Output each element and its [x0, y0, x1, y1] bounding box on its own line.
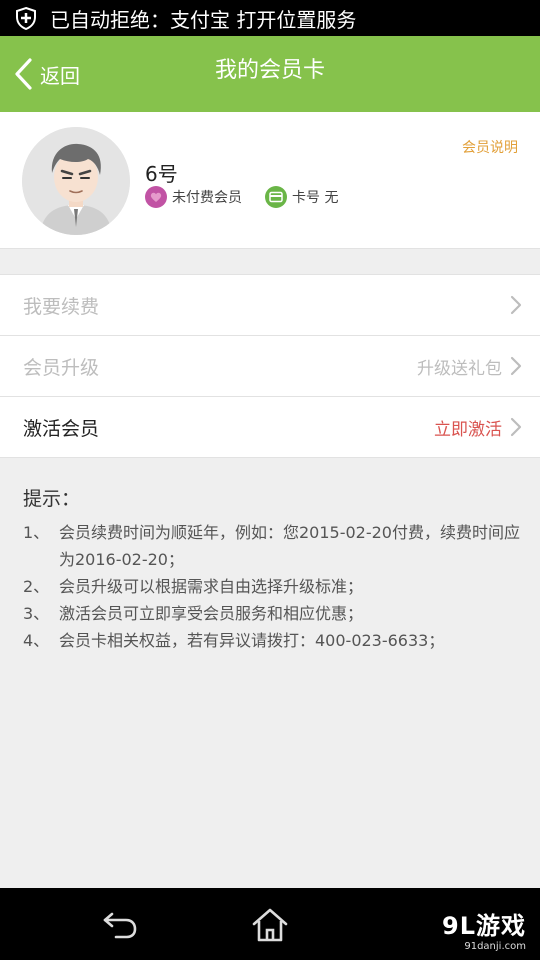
- member-status-label: 未付费会员: [172, 190, 242, 206]
- renew-membership-item[interactable]: 我要续费: [0, 275, 540, 336]
- system-back-button[interactable]: [100, 906, 140, 946]
- heart-icon: [145, 186, 167, 208]
- tip-item: 1、 会员续费时间为顺延年，例如：您2015-02-20付费，续费时间应为201…: [23, 523, 520, 569]
- tip-item: 2、 会员升级可以根据需求自由选择升级标准；: [23, 577, 364, 596]
- member-status-badge: 未付费会员: [145, 186, 242, 208]
- chevron-right-icon: [510, 356, 522, 376]
- chevron-right-icon: [510, 417, 522, 437]
- card-number-label: 卡号 无: [292, 190, 339, 206]
- upgrade-membership-item[interactable]: 会员升级 升级送礼包: [0, 336, 540, 397]
- activate-label: 激活会员: [23, 417, 100, 440]
- membership-menu: 我要续费 会员升级 升级送礼包 激活会员 立即激活: [0, 274, 540, 458]
- status-notification-text: 已自动拒绝：支付宝 打开位置服务: [50, 7, 357, 32]
- card-number-badge: 卡号 无: [265, 186, 338, 208]
- chevron-right-icon: [510, 295, 522, 315]
- tips-heading: 提示：: [23, 488, 81, 510]
- profile-card: 6号 未付费会员 卡号 无 会员说明: [0, 112, 540, 249]
- member-name: 6号: [145, 162, 178, 186]
- upgrade-gift-text: 升级送礼包: [417, 358, 502, 379]
- tip-item: 3、 激活会员可立即享受会员服务和相应优惠；: [23, 604, 364, 623]
- renew-label: 我要续费: [23, 295, 100, 318]
- activate-now-text: 立即激活: [434, 419, 502, 440]
- nav-bar: 返回 我的会员卡: [0, 36, 540, 112]
- system-home-button[interactable]: [250, 906, 290, 948]
- shield-icon: [16, 6, 36, 30]
- watermark-site: 91danji.com: [464, 941, 526, 952]
- member-description-link[interactable]: 会员说明: [462, 137, 518, 157]
- system-nav-bar: 9L游戏 91danji.com: [0, 888, 540, 960]
- tip-item: 4、 会员卡相关权益，若有异议请拨打：400-023-6633；: [23, 631, 445, 650]
- home-icon: [252, 908, 288, 942]
- watermark-brand: 9L游戏: [442, 912, 526, 940]
- status-bar: 已自动拒绝：支付宝 打开位置服务: [0, 0, 540, 36]
- tips-section: 提示： 1、 会员续费时间为顺延年，例如：您2015-02-20付费，续费时间应…: [23, 484, 523, 654]
- card-icon: [265, 186, 287, 208]
- activate-membership-item[interactable]: 激活会员 立即激活: [0, 397, 540, 458]
- avatar-illustration: [22, 127, 130, 235]
- site-watermark: 9L游戏 91danji.com: [442, 906, 526, 952]
- avatar: [22, 127, 130, 235]
- upgrade-label: 会员升级: [23, 356, 100, 379]
- return-arrow-icon: [103, 912, 137, 939]
- page-title: 我的会员卡: [214, 58, 325, 83]
